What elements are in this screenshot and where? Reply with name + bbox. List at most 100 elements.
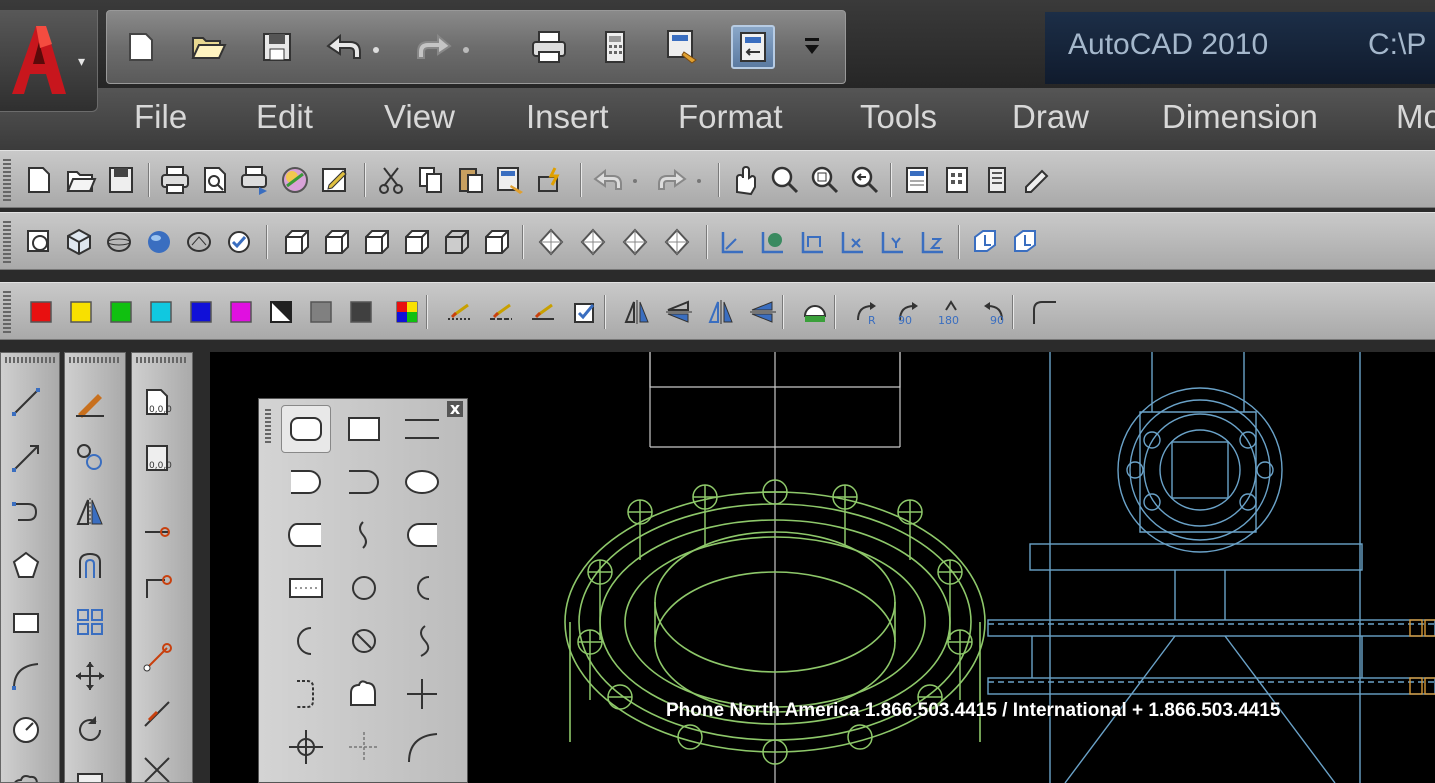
polygon-icon[interactable]	[7, 547, 45, 585]
box-icon[interactable]	[60, 223, 98, 261]
open-icon[interactable]	[187, 25, 231, 69]
rotate-90-icon[interactable]: 90	[890, 293, 928, 331]
lineweight-3-icon[interactable]	[524, 293, 562, 331]
save-icon[interactable]	[255, 25, 299, 69]
move-icon[interactable]	[71, 657, 109, 695]
center-mark-icon[interactable]	[339, 723, 389, 771]
properties-icon[interactable]	[898, 161, 936, 199]
hide-icon[interactable]	[796, 293, 834, 331]
color-black-white-icon[interactable]	[262, 293, 300, 331]
toolbar-grip[interactable]	[3, 159, 11, 201]
scale-icon[interactable]	[71, 763, 109, 782]
plot-icon[interactable]	[156, 161, 194, 199]
zoom-window-icon[interactable]	[806, 161, 844, 199]
iso-ne-icon[interactable]	[616, 223, 654, 261]
dotted-rect-icon[interactable]	[281, 564, 331, 612]
color-magenta-icon[interactable]	[222, 293, 260, 331]
customize-icon[interactable]	[797, 25, 827, 69]
circle-icon[interactable]	[339, 564, 389, 612]
toolbar-grip[interactable]	[3, 291, 11, 333]
color-red-icon[interactable]	[22, 293, 60, 331]
view-top-icon[interactable]	[278, 223, 316, 261]
match-properties-icon[interactable]	[661, 25, 705, 69]
iso-nw-icon[interactable]	[658, 223, 696, 261]
cut-icon[interactable]	[372, 161, 410, 199]
radius-icon[interactable]	[138, 639, 176, 677]
menu-tools[interactable]: Tools	[860, 98, 937, 136]
match-properties-icon[interactable]	[492, 161, 530, 199]
undo-icon[interactable]	[321, 25, 391, 69]
workspace-icon[interactable]	[731, 25, 775, 69]
view-left-icon[interactable]	[358, 223, 396, 261]
ucs-3point-icon[interactable]	[714, 223, 752, 261]
application-menu-button[interactable]: ▾	[0, 10, 98, 112]
toolbar-grip[interactable]	[3, 221, 11, 263]
plot-preview-icon[interactable]	[196, 161, 234, 199]
zoom-previous-icon[interactable]	[846, 161, 884, 199]
pan-icon[interactable]	[726, 161, 764, 199]
rectangle-icon[interactable]	[7, 603, 45, 641]
rounded-rect-icon[interactable]	[281, 405, 331, 453]
s-curve-icon[interactable]	[339, 511, 389, 559]
spiral-icon[interactable]	[339, 617, 389, 665]
diameter-icon[interactable]	[138, 695, 176, 733]
polysolid-icon[interactable]	[20, 223, 58, 261]
ucs-z-icon[interactable]	[914, 223, 952, 261]
array-icon[interactable]	[71, 603, 109, 641]
true-color-icon[interactable]	[388, 293, 426, 331]
arc-icon[interactable]	[7, 657, 45, 695]
sphere-icon[interactable]	[100, 223, 138, 261]
iso-se-icon[interactable]	[574, 223, 612, 261]
offset-icon[interactable]	[71, 547, 109, 585]
sheet-set-manager-icon[interactable]	[1018, 161, 1056, 199]
copy-object-icon[interactable]	[71, 439, 109, 477]
rotate-r-icon[interactable]: R	[848, 293, 886, 331]
rotate-neg-90-icon[interactable]: 90	[974, 293, 1012, 331]
menu-modify[interactable]: Mo	[1396, 98, 1435, 136]
cross-icon[interactable]	[397, 670, 447, 718]
color-green-icon[interactable]	[102, 293, 140, 331]
ucs-x-icon[interactable]	[834, 223, 872, 261]
save-icon[interactable]	[102, 161, 140, 199]
c-rect-icon[interactable]	[281, 511, 331, 559]
ordinate-icon[interactable]: 0,0,0	[138, 383, 176, 421]
design-center-icon[interactable]	[938, 161, 976, 199]
loft-icon[interactable]	[180, 223, 218, 261]
ucs-object-icon[interactable]	[1006, 223, 1044, 261]
menu-view[interactable]: View	[384, 98, 455, 136]
new-icon[interactable]	[119, 25, 163, 69]
intersection-icon[interactable]	[138, 751, 176, 782]
polyline-icon[interactable]	[7, 493, 45, 531]
menu-draw[interactable]: Draw	[1012, 98, 1089, 136]
circle-icon[interactable]	[7, 711, 45, 749]
publish-icon[interactable]	[236, 161, 274, 199]
c-arc-icon[interactable]	[397, 564, 447, 612]
redo-icon[interactable]	[407, 25, 477, 69]
arc-icon[interactable]	[397, 723, 447, 771]
slot-line-icon[interactable]	[397, 405, 447, 453]
copy-icon[interactable]	[412, 161, 450, 199]
revision-cloud-icon[interactable]	[7, 763, 45, 782]
s-line-icon[interactable]	[397, 617, 447, 665]
d-open-icon[interactable]	[339, 458, 389, 506]
paste-ordinate-icon[interactable]: 0,0,0	[138, 439, 176, 477]
lineweight-1-icon[interactable]	[440, 293, 478, 331]
fillet-icon[interactable]	[1026, 293, 1064, 331]
checkbox-icon[interactable]	[566, 293, 604, 331]
block-editor-icon[interactable]	[532, 161, 570, 199]
crescent-icon[interactable]	[281, 617, 331, 665]
mirror-copy-h-icon[interactable]	[744, 293, 782, 331]
sheet-set-icon[interactable]	[316, 161, 354, 199]
color-blue-icon[interactable]	[182, 293, 220, 331]
c-open-icon[interactable]	[397, 511, 447, 559]
iso-sw-icon[interactable]	[532, 223, 570, 261]
construction-line-icon[interactable]	[7, 439, 45, 477]
menu-dimension[interactable]: Dimension	[1162, 98, 1318, 136]
point-to-point-icon[interactable]	[138, 513, 176, 551]
open-icon[interactable]	[62, 161, 100, 199]
plot-icon[interactable]	[527, 25, 571, 69]
mirror-copy-icon[interactable]	[702, 293, 740, 331]
leader-icon[interactable]	[138, 567, 176, 605]
menu-file[interactable]: File	[134, 98, 187, 136]
color-yellow-icon[interactable]	[62, 293, 100, 331]
